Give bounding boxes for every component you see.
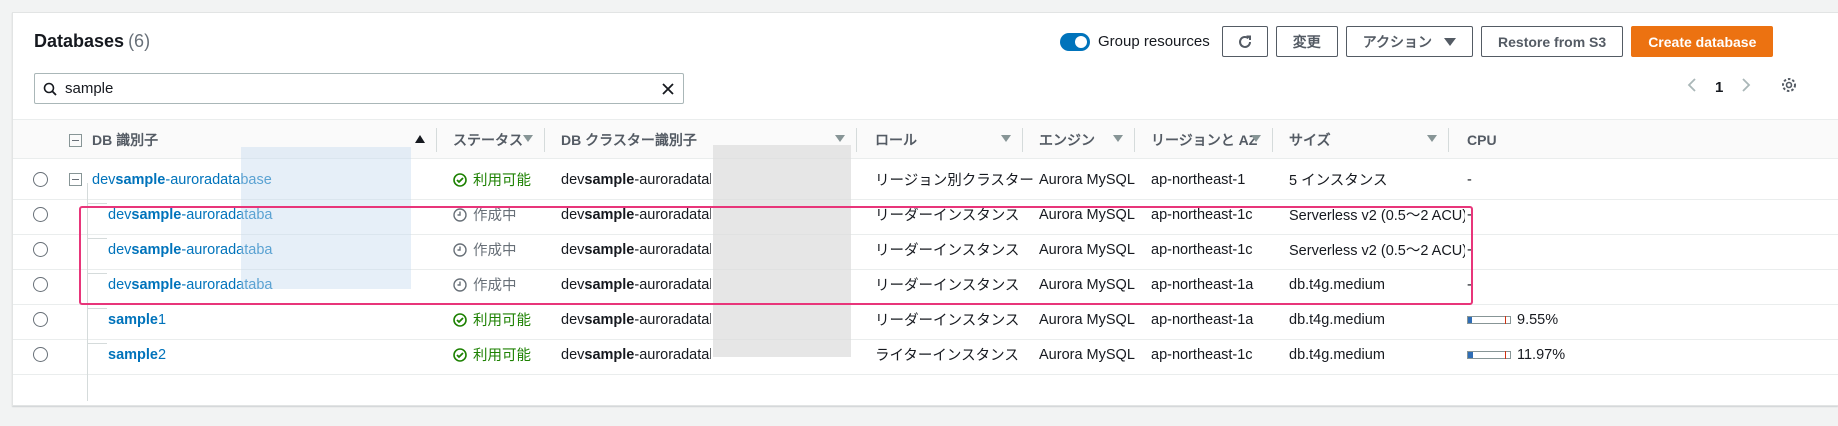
refresh-button[interactable] [1221,26,1268,57]
database-count: (6) [128,31,151,51]
page-number[interactable]: 1 [1715,79,1723,96]
modify-button[interactable]: 変更 [1275,26,1338,57]
actions-button[interactable]: アクション [1345,26,1474,57]
sort-ascending-icon [415,135,425,143]
sort-icon [1113,135,1123,142]
status-available-icon [453,172,467,187]
group-resources-label: Group resources [1098,33,1210,50]
highlight-box [79,206,1473,305]
column-status[interactable]: ステータス [453,120,545,160]
row-select-radio[interactable] [33,172,48,187]
cpu-value: - [1467,171,1472,188]
sort-icon [523,135,533,142]
tree-branch [87,203,107,204]
tree-branch [87,343,107,344]
cpu-usage-fill [1468,351,1474,358]
search-input[interactable] [65,80,653,97]
cpu-cell: 11.97% [1467,334,1587,375]
sort-icon [835,135,845,142]
status-available-icon [453,312,467,327]
pagination: 1 [1687,77,1751,97]
page-title: Databases (6) [34,31,150,52]
row-select-radio[interactable] [33,207,48,222]
caret-down-icon [1444,37,1457,46]
status-available-icon [453,347,467,362]
column-region-az[interactable]: リージョンと AZ [1151,120,1273,160]
cpu-usage-bar [1467,350,1511,359]
table-row: sample2 利用可能 devsample-auroradatabase ライターイ… [13,334,1838,375]
create-database-button[interactable]: Create database [1631,26,1774,57]
header-actions: Group resources 変更 アクション Restore from S3… [1060,26,1774,57]
row-select-radio[interactable] [33,277,48,292]
group-resources-toggle[interactable] [1060,32,1090,51]
gear-icon[interactable] [1781,77,1797,98]
collapse-row-icon[interactable] [69,173,82,186]
row-select-radio[interactable] [33,347,48,362]
cpu-value: 11.97% [1517,346,1566,363]
refresh-icon [1238,35,1251,48]
column-cpu[interactable]: CPU [1467,120,1587,160]
search-box [34,73,684,104]
clear-search-icon[interactable] [653,82,683,96]
collapse-all-icon[interactable] [69,133,82,147]
title-text: Databases [34,31,125,51]
prev-page-icon[interactable] [1687,77,1697,97]
status-badge: 利用可能 [453,169,531,190]
tree-branch [87,308,107,309]
search-icon [35,82,65,96]
db-identifier-link[interactable]: sample2 [108,347,166,363]
sort-icon [1001,135,1011,142]
status-badge: 利用可能 [453,344,531,365]
size-cell: db.t4g.medium [1289,346,1385,363]
column-role[interactable]: ロール [875,120,1023,160]
cpu-usage-bar [1467,315,1511,324]
databases-panel: Databases (6) Group resources 変更 アクション Re… [12,12,1838,406]
status-badge: 利用可能 [453,309,531,330]
region-cell: ap-northeast-1c [1151,346,1253,363]
role-cell: ライターインスタンス [875,348,1019,364]
next-page-icon[interactable] [1741,77,1751,97]
engine-cell: Aurora MySQL [1039,346,1135,363]
sort-icon [1427,135,1437,142]
row-select-radio[interactable] [33,242,48,257]
sort-icon [1251,135,1261,142]
cpu-usage-fill [1468,316,1472,323]
row-select-radio[interactable] [33,312,48,327]
cluster-identifier: devsample-auroradatabase [561,346,711,363]
restore-from-s3-button[interactable]: Restore from S3 [1481,26,1624,57]
db-identifier-link[interactable]: sample1 [108,312,166,328]
cpu-value: 9.55% [1517,311,1559,328]
column-size[interactable]: サイズ [1289,120,1449,160]
column-engine[interactable]: エンジン [1039,120,1135,160]
